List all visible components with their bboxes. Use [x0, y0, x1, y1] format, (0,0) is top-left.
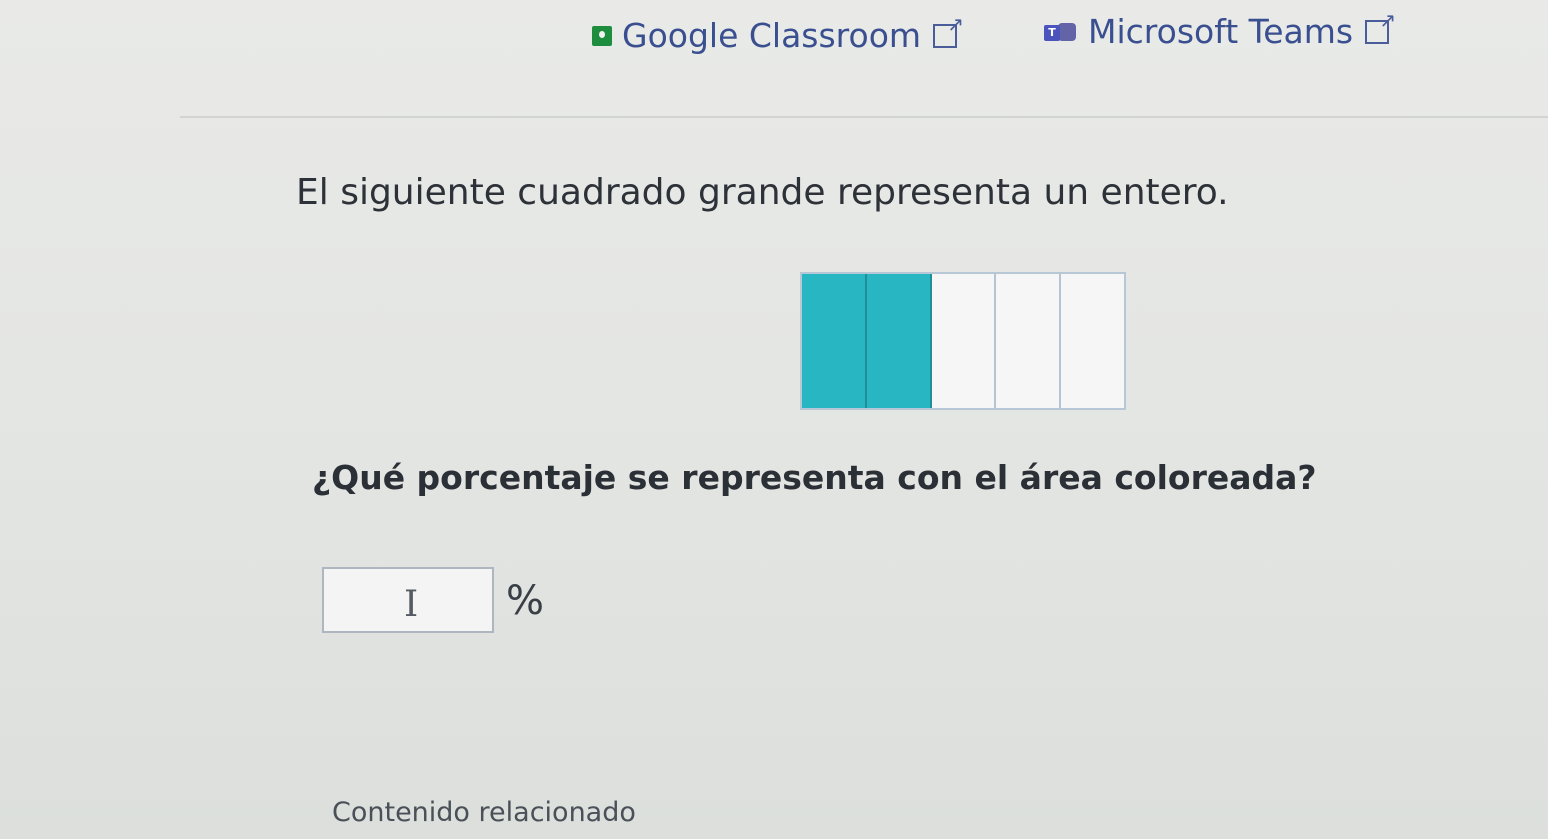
shaded-part — [802, 274, 867, 408]
microsoft-teams-share-link[interactable]: T Microsoft Teams — [1044, 8, 1396, 51]
exercise-question: ¿Qué porcentaje se representa con el áre… — [312, 458, 1317, 497]
unshaded-part — [932, 274, 997, 408]
unshaded-part — [1061, 274, 1124, 408]
google-classroom-share-link[interactable]: Google Classroom — [592, 12, 964, 55]
external-link-icon — [933, 12, 964, 48]
answer-input[interactable] — [322, 567, 494, 633]
section-divider — [180, 116, 1548, 118]
shaded-part — [866, 274, 932, 408]
microsoft-teams-label: Microsoft Teams — [1088, 12, 1354, 51]
related-content-heading: Contenido relacionado — [332, 797, 636, 828]
share-bar: Google Classroom T Microsoft Teams — [0, 8, 1548, 62]
unshaded-part — [996, 274, 1062, 408]
google-classroom-label: Google Classroom — [622, 16, 922, 55]
percent-unit: % — [506, 578, 545, 624]
microsoft-teams-icon: T — [1044, 21, 1078, 43]
fraction-square — [800, 272, 1126, 410]
google-classroom-icon — [592, 25, 612, 46]
exercise-prompt: El siguiente cuadrado grande representa … — [296, 172, 1229, 213]
external-link-icon — [1365, 8, 1396, 44]
